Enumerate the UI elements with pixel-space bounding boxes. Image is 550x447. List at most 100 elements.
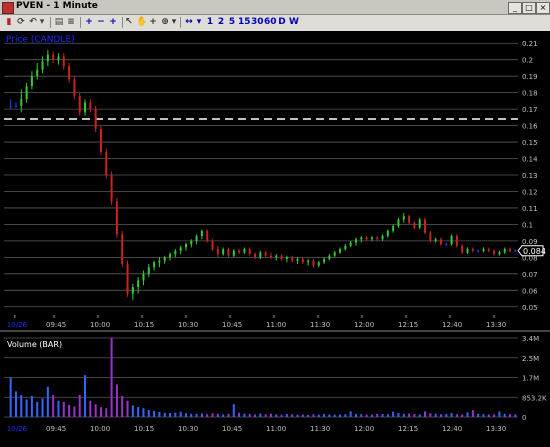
chart-canvas[interactable]: 0.21 0.2 0.19 0.18 0.17 0.16 0.15 0.14 0.13 0.12 0… bbox=[0, 31, 550, 443]
scroll-dropdown-icon[interactable]: ▾ bbox=[195, 16, 203, 29]
price-tick-label: 0.21 bbox=[522, 40, 538, 48]
interval-2-button[interactable]: 2 bbox=[216, 16, 226, 29]
volume-bar bbox=[211, 413, 214, 417]
scroll-icon[interactable]: ↔ bbox=[183, 16, 195, 29]
volume-tick-label: 3.4M bbox=[522, 335, 539, 343]
minimize-button[interactable]: _ bbox=[508, 2, 522, 14]
interval-60-button[interactable]: 60 bbox=[264, 16, 277, 29]
undo-dropdown-icon[interactable]: ▾ bbox=[38, 16, 46, 29]
x-tick-label: 12:00 bbox=[354, 321, 374, 329]
cursor-icon[interactable]: ↖ bbox=[124, 16, 134, 29]
volume-bar bbox=[365, 414, 368, 417]
volume-y-axis: 3.4M 2.5M 1.7M 853.2K 0 bbox=[522, 335, 547, 422]
candle-body bbox=[206, 231, 209, 241]
interval-30-button[interactable]: 30 bbox=[251, 16, 264, 29]
price-tick-label: 0.13 bbox=[522, 172, 538, 180]
candle-body bbox=[392, 226, 395, 231]
refresh-icon[interactable]: ⟳ bbox=[16, 16, 26, 29]
volume-bar bbox=[62, 401, 65, 417]
candle-body bbox=[514, 250, 517, 252]
candle-body bbox=[471, 249, 474, 251]
candle-body bbox=[498, 252, 501, 255]
zoom-icon[interactable]: ⊕ bbox=[160, 16, 170, 29]
candle-body bbox=[312, 260, 315, 266]
price-tick-label: 0.15 bbox=[522, 139, 538, 147]
candle-body bbox=[169, 254, 172, 258]
grid-icon[interactable]: ≡ bbox=[66, 16, 76, 29]
undo-icon[interactable]: ↶ bbox=[28, 16, 38, 29]
panel-icon[interactable]: ▤ bbox=[54, 16, 64, 29]
zoom-out-icon[interactable]: − bbox=[96, 16, 106, 29]
candle-body bbox=[429, 232, 432, 241]
volume-bar bbox=[259, 413, 262, 417]
price-tick-label: 0.07 bbox=[522, 271, 538, 279]
candle-body bbox=[461, 245, 464, 253]
hand-icon[interactable]: ✋ bbox=[136, 16, 147, 29]
price-tick-label: 0.17 bbox=[522, 106, 538, 114]
candle-body bbox=[487, 249, 490, 251]
volume-x-tick-label: 12:15 bbox=[398, 425, 418, 433]
candle-body bbox=[424, 219, 427, 233]
close-button[interactable]: × bbox=[536, 2, 550, 14]
volume-x-tick-label: 10/26 bbox=[7, 425, 28, 433]
volume-bar bbox=[269, 413, 272, 417]
window-title: PVEN - 1 Minute bbox=[16, 1, 98, 11]
volume-bar bbox=[408, 413, 411, 417]
candle-body bbox=[94, 109, 97, 129]
volume-bar bbox=[498, 411, 501, 417]
volume-x-tick-label: 10:15 bbox=[134, 425, 154, 433]
volume-bar bbox=[466, 412, 469, 417]
volume-bar bbox=[509, 414, 512, 417]
dropdown-icon[interactable]: ▾ bbox=[170, 16, 178, 29]
volume-x-tick-label: 11:00 bbox=[266, 425, 286, 433]
x-tick-label: 10:45 bbox=[222, 321, 242, 329]
volume-bar bbox=[142, 408, 145, 417]
chart-type-icon[interactable]: ▮ bbox=[4, 16, 14, 29]
interval-daily-button[interactable]: D bbox=[277, 16, 287, 29]
candle-body bbox=[349, 242, 352, 246]
volume-bar bbox=[328, 414, 331, 417]
volume-bar bbox=[339, 414, 342, 417]
candle-body bbox=[78, 95, 81, 113]
plus-icon[interactable]: + bbox=[108, 16, 118, 29]
interval-1-button[interactable]: 1 bbox=[205, 16, 215, 29]
candle-body bbox=[477, 250, 480, 252]
interval-weekly-button[interactable]: W bbox=[288, 16, 300, 29]
candle-body bbox=[126, 263, 129, 294]
candle-body bbox=[142, 273, 145, 281]
price-tick-label: 0.18 bbox=[522, 90, 538, 98]
volume-bar bbox=[424, 411, 427, 417]
zoom-in-icon[interactable]: + bbox=[84, 16, 94, 29]
volume-x-tick-label: 11:30 bbox=[310, 425, 330, 433]
volume-bar bbox=[291, 414, 294, 417]
volume-bar bbox=[238, 412, 241, 417]
interval-5-button[interactable]: 5 bbox=[227, 16, 237, 29]
crosshair-icon[interactable]: + bbox=[148, 16, 158, 29]
volume-tick-label: 853.2K bbox=[522, 394, 547, 402]
interval-15-button[interactable]: 15 bbox=[238, 16, 251, 29]
candle-body bbox=[376, 237, 379, 240]
chart-toolbar: ▮ ⟳ ↶ ▾ ▤ ≡ + − + ↖ ✋ + ⊕ ▾ ↔ ▾ 1 2 5 15… bbox=[0, 15, 550, 32]
volume-bar bbox=[344, 414, 347, 417]
volume-bar bbox=[131, 405, 134, 417]
candle-body bbox=[370, 237, 373, 240]
candle-body bbox=[153, 262, 156, 268]
volume-bar bbox=[445, 413, 448, 417]
volume-x-tick-label: 12:40 bbox=[442, 425, 462, 433]
candle-body bbox=[296, 259, 299, 261]
chart-area[interactable]: 0.21 0.2 0.19 0.18 0.17 0.16 0.15 0.14 0.13 0.12 0… bbox=[0, 31, 550, 443]
candle-body bbox=[280, 255, 283, 259]
candle-body bbox=[323, 259, 326, 263]
candle-body bbox=[365, 237, 368, 240]
x-tick-label: 10:30 bbox=[178, 321, 198, 329]
volume-bar bbox=[206, 414, 209, 417]
candle-body bbox=[445, 244, 448, 246]
current-price-tag: 0.084 bbox=[517, 245, 546, 257]
maximize-button[interactable]: □ bbox=[522, 2, 536, 14]
candle-body bbox=[195, 235, 198, 241]
candle-body bbox=[14, 105, 17, 107]
volume-bar bbox=[455, 414, 458, 417]
x-tick-label: 12:15 bbox=[398, 321, 418, 329]
volume-bar bbox=[232, 404, 235, 417]
candle-body bbox=[238, 250, 241, 253]
